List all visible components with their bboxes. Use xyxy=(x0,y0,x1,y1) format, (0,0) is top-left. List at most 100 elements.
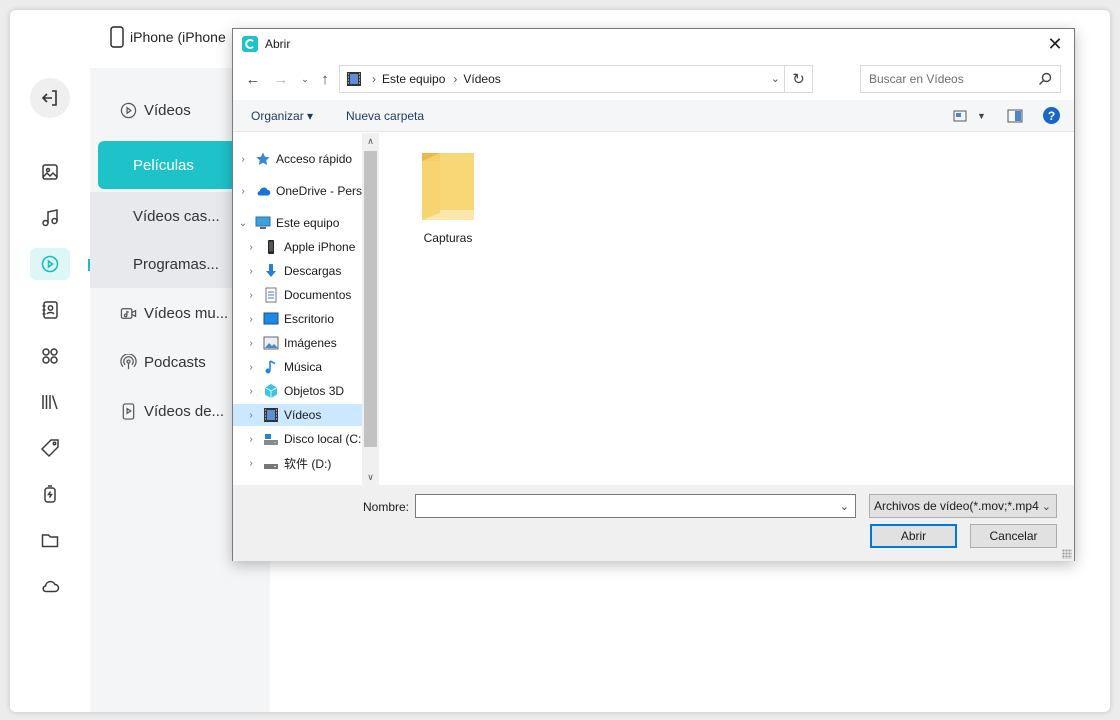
tree-item-acceso-rapido[interactable]: › Acceso rápido xyxy=(233,148,363,170)
iphone-icon xyxy=(110,26,124,48)
scroll-thumb[interactable] xyxy=(364,151,377,447)
scroll-down-icon[interactable]: ∨ xyxy=(362,469,379,485)
tree-item-label: Música xyxy=(284,360,323,374)
books-icon[interactable] xyxy=(39,391,61,413)
tree-item-label: Escritorio xyxy=(284,312,335,326)
file-name-combo: ⌄ xyxy=(415,494,856,518)
photos-icon[interactable] xyxy=(39,161,61,183)
cloud-icon xyxy=(255,183,271,199)
open-button[interactable]: Abrir xyxy=(870,524,957,548)
tags-icon[interactable] xyxy=(39,437,61,459)
pictures-icon xyxy=(263,335,279,351)
tree-item-label: Acceso rápido xyxy=(276,152,353,166)
cancel-button[interactable]: Cancelar xyxy=(970,524,1057,548)
voice-memo-icon[interactable] xyxy=(39,483,61,505)
chevron-right-icon[interactable]: › xyxy=(245,410,257,421)
icon-rail xyxy=(10,10,90,712)
tree-item-escritorio[interactable]: › Escritorio xyxy=(233,308,363,330)
chevron-right-icon[interactable]: › xyxy=(245,386,257,397)
tree-item-descargas[interactable]: › Descargas xyxy=(233,260,363,282)
contacts-icon[interactable] xyxy=(39,299,61,321)
chevron-down-icon[interactable]: ⌄ xyxy=(840,500,849,513)
tree-item-label: Descargas xyxy=(284,264,342,278)
organize-menu[interactable]: Organizar ▾ xyxy=(251,109,313,123)
tree-scrollbar[interactable]: ∧ ∨ xyxy=(362,133,379,485)
preview-pane-button[interactable] xyxy=(1007,108,1023,124)
film-icon xyxy=(263,407,279,423)
device-selector[interactable]: iPhone (iPhone xyxy=(110,26,226,48)
view-options-button[interactable]: ▼ xyxy=(953,108,986,124)
chevron-right-icon[interactable]: › xyxy=(245,338,257,349)
tree-item-label: Documentos xyxy=(284,288,352,302)
file-list: Capturas xyxy=(380,133,1074,485)
resize-grip[interactable] xyxy=(1062,549,1072,559)
search-icon[interactable] xyxy=(1038,72,1052,86)
back-nav-button[interactable]: ← xyxy=(243,69,263,89)
back-icon xyxy=(41,90,57,106)
cloud-icon[interactable] xyxy=(39,575,61,597)
refresh-icon: ↻ xyxy=(792,71,805,88)
tree-item-documentos[interactable]: › Documentos xyxy=(233,284,363,306)
chevron-right-icon[interactable]: › xyxy=(237,154,249,165)
breadcrumb-este-equipo[interactable]: Este equipo xyxy=(382,72,445,86)
tree-item-label: Este equipo xyxy=(276,216,340,230)
chevron-down-icon[interactable]: ⌄ xyxy=(237,218,249,229)
chevron-right-icon[interactable]: › xyxy=(245,242,257,253)
tree-item-label: OneDrive - Pers xyxy=(276,184,363,198)
chevron-right-icon[interactable]: › xyxy=(245,266,257,277)
address-bar[interactable]: › Este equipo › Vídeos ⌄ ↻ xyxy=(339,65,813,93)
file-name-input[interactable] xyxy=(419,496,829,516)
breadcrumb-separator: › xyxy=(453,72,458,86)
chevron-right-icon[interactable]: › xyxy=(237,186,249,197)
navigation-tree: › Acceso rápido › OneDrive - Pers ⌄ Este… xyxy=(233,133,380,485)
view-icon xyxy=(953,110,967,122)
chevron-down-icon: ▼ xyxy=(977,111,986,121)
sidebar-item-label: Vídeos mu... xyxy=(144,304,229,322)
play-circle-icon xyxy=(119,101,137,119)
chevron-right-icon[interactable]: › xyxy=(245,314,257,325)
chevron-right-icon[interactable]: › xyxy=(245,434,257,445)
scroll-up-icon[interactable]: ∧ xyxy=(362,133,379,149)
videos-icon[interactable] xyxy=(39,253,61,275)
drive-icon xyxy=(263,431,279,447)
close-button[interactable]: ✕ xyxy=(1044,33,1066,55)
chevron-right-icon[interactable]: › xyxy=(245,458,257,469)
sidebar-item-label: Vídeos cas... xyxy=(133,207,220,225)
tree-item-disco-local-c[interactable]: › Disco local (C: xyxy=(233,428,363,450)
help-button[interactable]: ? xyxy=(1043,107,1060,124)
tree-item-musica[interactable]: › Música xyxy=(233,356,363,378)
new-folder-button[interactable]: Nueva carpeta xyxy=(346,109,424,123)
refresh-button[interactable]: ↻ xyxy=(784,66,812,92)
arrow-up-icon: ↑ xyxy=(321,70,329,88)
phone-video-icon xyxy=(119,402,137,420)
tree-item-label: Disco local (C: xyxy=(284,432,362,446)
dialog-footer: Nombre: ⌄ Archivos de vídeo(*.mov;*.mp4 … xyxy=(233,485,1074,561)
open-file-dialog: Abrir ✕ ← → ⌄ ↑ › Este equipo › Vídeos ⌄… xyxy=(232,28,1075,561)
tree-item-onedrive[interactable]: › OneDrive - Pers xyxy=(233,180,363,202)
apps-icon[interactable] xyxy=(39,345,61,367)
chevron-down-icon[interactable]: ⌄ xyxy=(771,72,780,85)
back-button[interactable] xyxy=(30,78,70,118)
search-box xyxy=(860,65,1061,93)
computer-icon xyxy=(255,215,271,231)
tree-item-label: Vídeos xyxy=(284,408,322,422)
navigation-bar: ← → ⌄ ↑ › Este equipo › Vídeos ⌄ ↻ xyxy=(233,63,1074,95)
chevron-right-icon[interactable]: › xyxy=(245,362,257,373)
folder-item[interactable]: Capturas xyxy=(408,147,488,257)
up-nav-button[interactable]: ↑ xyxy=(315,69,335,89)
arrow-left-icon: ← xyxy=(245,70,261,88)
tree-item-apple-iphone[interactable]: › Apple iPhone xyxy=(233,236,363,258)
tree-item-imagenes[interactable]: › Imágenes xyxy=(233,332,363,354)
tree-item-videos[interactable]: › Vídeos xyxy=(233,404,363,426)
tree-item-este-equipo[interactable]: ⌄ Este equipo xyxy=(233,212,363,234)
recent-locations-button[interactable]: ⌄ xyxy=(295,69,315,89)
breadcrumb-videos[interactable]: Vídeos xyxy=(463,72,500,86)
tree-item-disco-d[interactable]: › 软件 (D:) xyxy=(233,452,363,474)
tree-item-objetos-3d[interactable]: › Objetos 3D xyxy=(233,380,363,402)
file-type-select[interactable]: Archivos de vídeo(*.mov;*.mp4 ⌄ xyxy=(869,494,1057,518)
music-icon[interactable] xyxy=(39,207,61,229)
chevron-right-icon[interactable]: › xyxy=(245,290,257,301)
files-icon[interactable] xyxy=(39,529,61,551)
forward-nav-button[interactable]: → xyxy=(271,69,291,89)
search-input[interactable] xyxy=(869,67,1039,91)
